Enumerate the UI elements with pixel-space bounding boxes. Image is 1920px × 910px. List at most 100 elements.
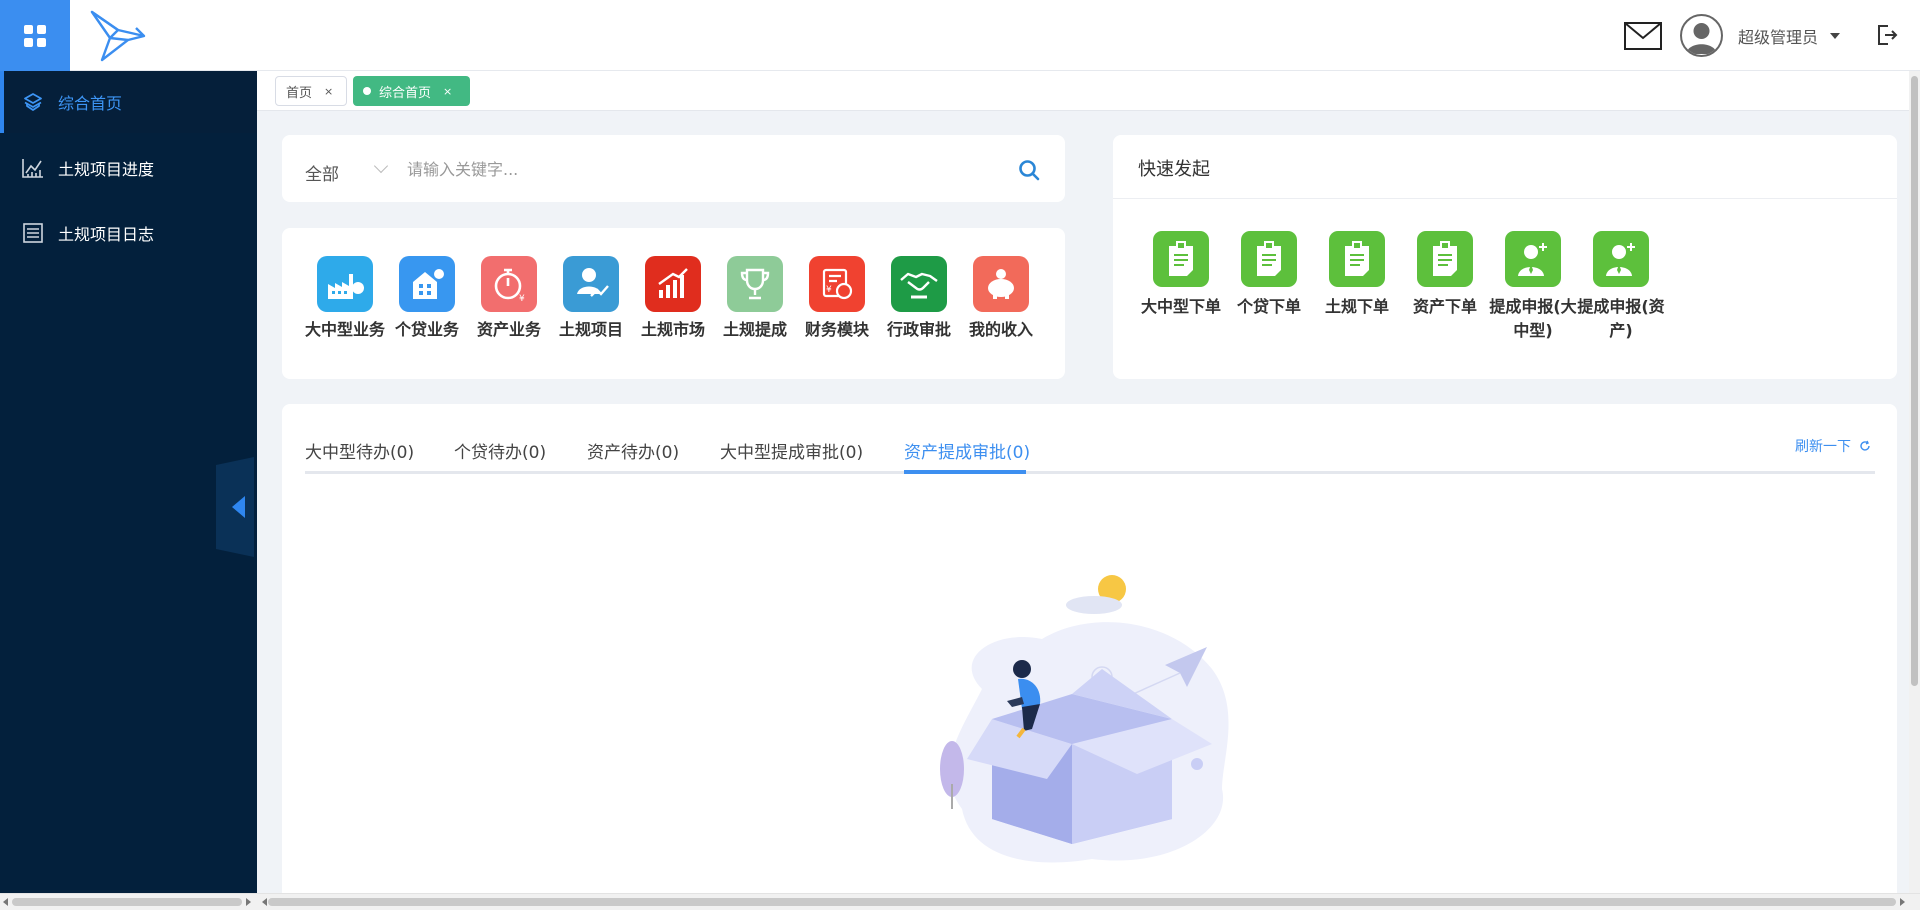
apps-grid-icon — [24, 24, 46, 47]
modules-card: 大中型业务 个贷业务 ¥ 资产业务 土规项目 土规市场 土规提成 ¥ 财务模块 — [282, 228, 1065, 379]
module-label: 行政审批 — [886, 320, 951, 339]
tab-asset-todo[interactable]: 资产待办(0) — [587, 438, 679, 463]
vertical-scrollbar[interactable] — [1909, 71, 1920, 893]
close-icon[interactable]: × — [324, 85, 333, 98]
module-finance[interactable]: ¥ 财务模块 — [796, 256, 878, 340]
search-input[interactable] — [407, 153, 967, 185]
refresh-button[interactable]: 刷新一下 — [1795, 436, 1871, 456]
quick-large-order[interactable]: 大中型下单 — [1137, 231, 1225, 319]
user-add-icon — [1593, 231, 1649, 287]
active-tab-indicator — [904, 470, 1026, 474]
building-icon — [399, 256, 455, 312]
sidebar-item-progress[interactable]: 土规项目进度 — [0, 137, 257, 199]
chevron-left-icon — [231, 496, 245, 518]
piggy-bank-icon — [973, 256, 1029, 312]
quick-label: 土规下单 — [1324, 297, 1389, 316]
quick-commission-large[interactable]: 提成申报(大中型) — [1489, 231, 1577, 343]
refresh-label: 刷新一下 — [1795, 439, 1851, 455]
scroll-thumb[interactable] — [1911, 76, 1918, 686]
module-label: 土规市场 — [640, 320, 705, 339]
clipboard-icon — [1153, 231, 1209, 287]
module-label: 土规提成 — [722, 320, 787, 339]
scroll-thumb[interactable] — [12, 898, 242, 906]
handshake-icon — [891, 256, 947, 312]
active-dot-icon — [363, 87, 371, 95]
module-land-market[interactable]: 土规市场 — [632, 256, 714, 340]
module-label: 大中型业务 — [304, 320, 385, 339]
empty-box-illustration — [940, 575, 1229, 863]
scroll-right-arrow-icon[interactable] — [246, 898, 251, 906]
module-asset[interactable]: ¥ 资产业务 — [468, 256, 550, 340]
tabs-bar: 首页 × 综合首页 × — [257, 71, 1920, 111]
quick-land-order[interactable]: 土规下单 — [1313, 231, 1401, 319]
mail-icon[interactable] — [1624, 22, 1662, 50]
list-icon — [22, 222, 44, 244]
logout-icon[interactable] — [1876, 24, 1898, 46]
scroll-left-arrow-icon[interactable] — [262, 898, 267, 906]
finance-icon: ¥ — [809, 256, 865, 312]
sidebar-item-label: 综合首页 — [58, 94, 123, 113]
close-icon[interactable]: × — [443, 85, 452, 98]
module-my-income[interactable]: 我的收入 — [960, 256, 1042, 340]
tab-asset-commission[interactable]: 资产提成审批(0) — [904, 438, 1030, 463]
bar-chart-icon — [645, 256, 701, 312]
factory-icon — [317, 256, 373, 312]
clipboard-icon — [1241, 231, 1297, 287]
scroll-thumb[interactable] — [268, 898, 1896, 906]
caret-down-icon[interactable] — [1830, 33, 1840, 39]
stopwatch-icon: ¥ — [481, 256, 537, 312]
sidebar-collapse-button[interactable] — [216, 457, 254, 557]
tab-personal-todo[interactable]: 个贷待办(0) — [454, 438, 546, 463]
username-label[interactable]: 超级管理员 — [1738, 24, 1818, 48]
module-land-project[interactable]: 土规项目 — [550, 256, 632, 340]
tab-dashboard[interactable]: 综合首页 × — [353, 76, 470, 106]
layers-icon — [22, 91, 44, 113]
quick-label: 个贷下单 — [1236, 297, 1301, 316]
svg-text:¥: ¥ — [826, 285, 832, 295]
sidebar: 综合首页 土规项目进度 土规项目日志 — [0, 71, 257, 893]
tabs-underline — [305, 471, 1875, 474]
avatar-icon — [1686, 23, 1717, 54]
apps-grid-button[interactable] — [0, 0, 70, 71]
quick-label: 提成申报(资产) — [1577, 297, 1665, 340]
quick-personal-order[interactable]: 个贷下单 — [1225, 231, 1313, 319]
tab-home[interactable]: 首页 × — [275, 76, 347, 106]
module-label: 土规项目 — [558, 320, 623, 339]
module-land-commission[interactable]: 土规提成 — [714, 256, 796, 340]
horizontal-scrollbar[interactable] — [0, 893, 1920, 910]
quick-label: 大中型下单 — [1140, 297, 1221, 316]
user-add-icon — [1505, 231, 1561, 287]
module-label: 资产业务 — [476, 320, 541, 339]
clipboard-icon — [1417, 231, 1473, 287]
search-icon[interactable] — [1018, 159, 1040, 181]
tab-large-todo[interactable]: 大中型待办(0) — [305, 438, 414, 463]
sidebar-item-label: 土规项目进度 — [58, 160, 155, 179]
sidebar-item-home[interactable]: 综合首页 — [0, 71, 257, 133]
bird-logo — [90, 10, 146, 62]
module-personal-loan[interactable]: 个贷业务 — [386, 256, 468, 340]
search-scope-select[interactable]: 全部 — [305, 160, 339, 185]
module-label: 个贷业务 — [394, 320, 459, 339]
avatar[interactable] — [1680, 14, 1723, 57]
quick-launch-card: 快速发起 大中型下单 个贷下单 土规下单 资产下单 提成申报(大中型) 提成申报… — [1113, 135, 1897, 379]
quick-asset-order[interactable]: 资产下单 — [1401, 231, 1489, 319]
scroll-right-arrow-icon[interactable] — [1900, 898, 1905, 906]
module-admin-approval[interactable]: 行政审批 — [878, 256, 960, 340]
svg-text:¥: ¥ — [519, 294, 525, 304]
module-large-business[interactable]: 大中型业务 — [304, 256, 386, 340]
tab-large-commission[interactable]: 大中型提成审批(0) — [720, 438, 863, 463]
clipboard-icon — [1329, 231, 1385, 287]
todo-card: 大中型待办(0) 个贷待办(0) 资产待办(0) 大中型提成审批(0) 资产提成… — [282, 404, 1897, 893]
sidebar-item-log[interactable]: 土规项目日志 — [0, 202, 257, 264]
refresh-icon — [1860, 440, 1870, 451]
module-label: 财务模块 — [804, 320, 869, 339]
chevron-down-icon[interactable] — [373, 158, 389, 174]
divider — [1113, 198, 1897, 199]
tab-label: 首页 — [286, 85, 313, 101]
scroll-left-arrow-icon[interactable] — [3, 898, 8, 906]
quick-commission-asset[interactable]: 提成申报(资产) — [1577, 231, 1665, 343]
module-label: 我的收入 — [968, 320, 1033, 339]
trophy-icon — [727, 256, 783, 312]
top-header: 超级管理员 — [0, 0, 1920, 71]
search-card: 全部 — [282, 135, 1065, 202]
